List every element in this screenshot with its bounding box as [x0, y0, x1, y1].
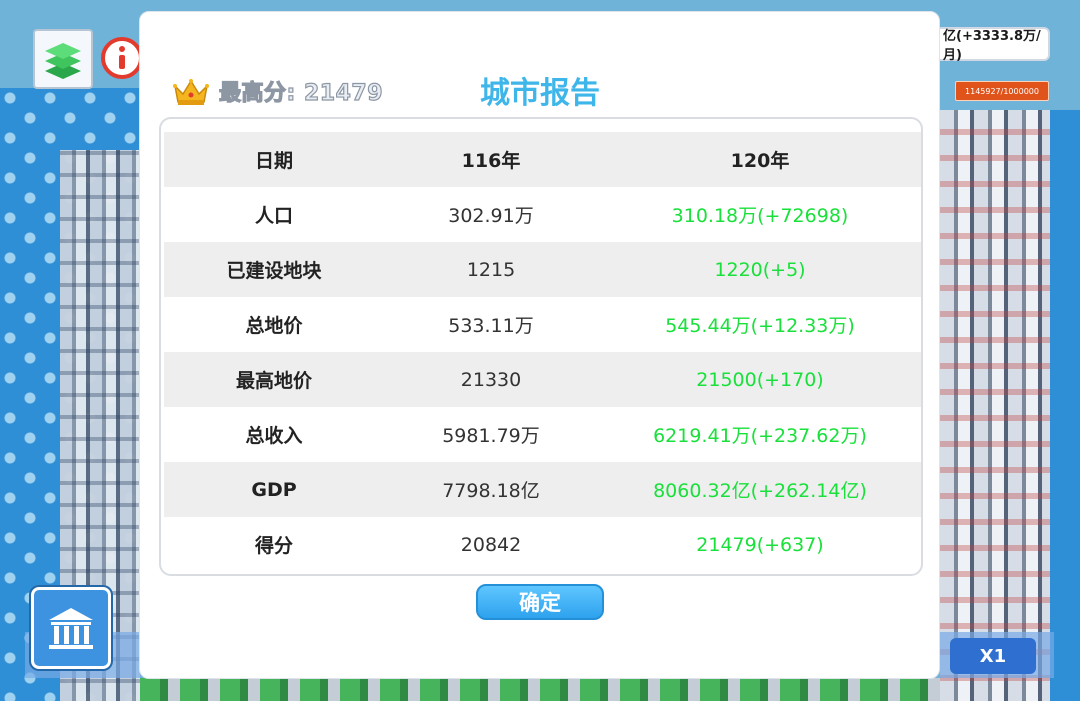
row-label: 总地价 [245, 315, 303, 337]
row-curr: 310.18万(+72698) [671, 205, 849, 227]
table-row: GDP 7798.18亿 8060.32亿(+262.14亿) [164, 462, 921, 517]
money-display: 亿(+3333.8万/月) [935, 27, 1050, 63]
row-curr: 545.44万(+12.33万) [665, 315, 855, 337]
row-prev: 533.11万 [448, 315, 534, 337]
table-row: 总地价 533.11万 545.44万(+12.33万) [164, 297, 921, 352]
confirm-button[interactable]: 确定 [476, 584, 604, 620]
header-curr-year: 120年 [598, 132, 921, 187]
row-prev: 302.91万 [448, 205, 534, 227]
row-label: 得分 [254, 535, 293, 557]
header-date: 日期 [164, 132, 384, 187]
park-tiles [140, 678, 940, 701]
report-table: 日期 116年 120年 人口 302.91万 310.18万(+72698) … [164, 132, 921, 572]
sea-right [1050, 110, 1080, 701]
row-prev: 21330 [384, 352, 598, 407]
crown-icon [173, 79, 209, 105]
row-curr: 1220(+5) [598, 242, 921, 297]
progress-display: 1145927/1000000 [955, 81, 1049, 101]
header-prev-year: 116年 [384, 132, 598, 187]
row-label: 已建设地块 [164, 242, 384, 297]
row-prev: 5981.79万 [442, 425, 540, 447]
row-curr: 6219.41万(+237.62万) [653, 425, 867, 447]
info-button[interactable] [100, 36, 140, 80]
row-prev: 20842 [460, 533, 522, 556]
info-icon [101, 37, 140, 79]
speed-button[interactable]: X1 [950, 638, 1036, 674]
row-prev: 1215 [384, 242, 598, 297]
row-curr: 21479(+637) [696, 533, 824, 556]
table-header-row: 日期 116年 120年 [164, 132, 921, 187]
speed-label: X1 [979, 645, 1007, 667]
best-score: 最高分: 21479 [218, 80, 383, 106]
bank-icon [49, 608, 93, 649]
table-row: 得分 20842 21479(+637) [164, 517, 921, 572]
table-row: 总收入 5981.79万 6219.41万(+237.62万) [164, 407, 921, 462]
layers-button[interactable] [33, 29, 93, 89]
layers-icon [45, 43, 81, 79]
money-text: 亿(+3333.8万/月) [943, 29, 1041, 63]
table-row: 人口 302.91万 310.18万(+72698) [164, 187, 921, 242]
dialog-title: 城市报告 [480, 76, 600, 111]
progress-text: 1145927/1000000 [965, 86, 1039, 96]
table-row: 已建设地块 1215 1220(+5) [164, 242, 921, 297]
report-table-card: 日期 116年 120年 人口 302.91万 310.18万(+72698) … [159, 117, 923, 576]
row-label: 最高地价 [164, 352, 384, 407]
table-row: 最高地价 21330 21500(+170) [164, 352, 921, 407]
row-label: GDP [164, 462, 384, 517]
row-label: 人口 [254, 205, 293, 227]
row-curr: 8060.32亿(+262.14亿) [598, 462, 921, 517]
city-buildings-right [940, 110, 1050, 701]
bank-button[interactable] [31, 587, 111, 669]
row-label: 总收入 [245, 425, 303, 447]
confirm-label: 确定 [519, 591, 561, 615]
row-curr: 21500(+170) [598, 352, 921, 407]
row-prev: 7798.18亿 [384, 462, 598, 517]
